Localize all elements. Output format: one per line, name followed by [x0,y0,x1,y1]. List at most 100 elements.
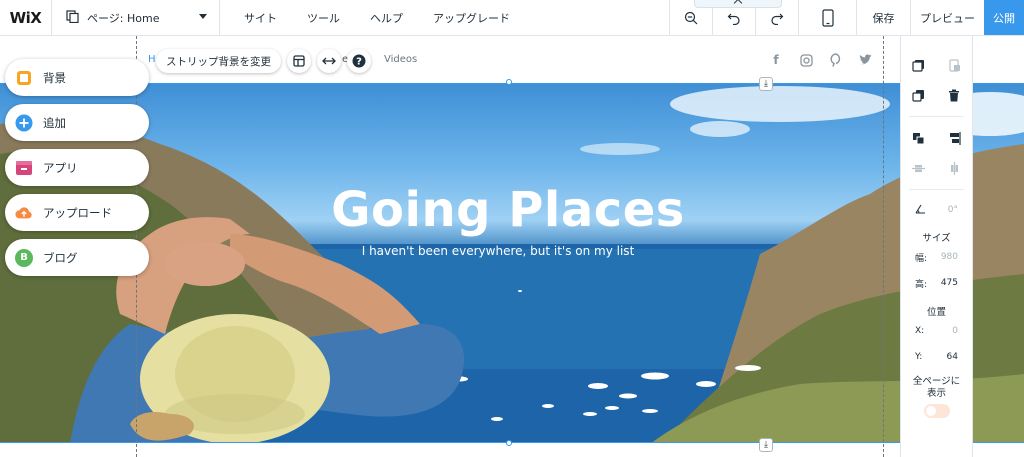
copy-design-icon[interactable] [912,58,926,72]
hero-title[interactable]: Going Places [0,182,1024,238]
inspector-row-distribute [901,153,972,183]
panel-item-add[interactable]: 追加 [5,104,149,141]
panel-item-label: 追加 [43,115,66,130]
social-bar: f [768,52,874,68]
angle-icon [915,204,926,217]
layout-button[interactable] [287,49,311,73]
facebook-icon[interactable]: f [768,52,784,68]
bring-forward-icon[interactable] [912,131,926,145]
preview-button[interactable]: プレビュー [910,0,984,35]
add-icon [15,114,33,132]
distribute-vertical-icon[interactable] [947,161,961,175]
show-on-all-pages-label: 全ページに 表示 [901,376,972,400]
right-grid-guide [883,36,884,457]
inspector-row-duplicate [901,80,972,110]
chevron-down-icon [199,14,207,19]
nav-help[interactable]: ヘルプ [370,10,403,26]
height-value: 475 [940,278,958,288]
zoom-out-icon [684,11,698,24]
x-label: X: [915,326,925,336]
panel-item-apps[interactable]: アプリ [5,149,149,186]
x-value: 0 [952,326,958,336]
inspector-divider [909,189,964,190]
show-on-all-pages-line2: 表示 [926,388,946,399]
inspector-divider [909,116,964,117]
download-icon: ⤓ [764,440,768,450]
height-label: 高: [915,279,928,290]
help-icon: ? [352,54,366,68]
panel-item-label: アップロード [43,205,112,220]
blog-icon-letter: B [20,252,28,263]
rotation-field[interactable]: 0° [901,196,972,224]
svg-text:?: ? [356,57,362,68]
width-label: 幅: [915,253,928,264]
strip-bottom-resize-handle[interactable] [506,440,512,446]
save-button[interactable]: 保存 [856,0,910,35]
mobile-view-button[interactable] [798,0,856,35]
y-value: 64 [946,352,958,362]
x-field[interactable]: X: 0 [901,318,972,344]
paste-design-icon[interactable] [947,58,961,72]
main-nav: サイト ツール ヘルプ アップグレード [220,0,782,35]
stretch-icon [322,57,336,65]
nav-upgrade[interactable]: アップグレード [433,10,510,26]
redo-icon [771,13,784,25]
inspector-row-copy [901,50,972,80]
panel-item-label: アプリ [43,160,78,175]
inspector-header [901,36,972,44]
pinterest-icon[interactable] [828,52,844,68]
instagram-icon[interactable] [798,52,814,68]
hero-subtitle-text: I haven't been everywhere, but it's on m… [361,244,635,258]
show-on-all-pages-line1: 全ページに [912,376,961,387]
pages-icon [66,9,79,26]
strip-anchor-button-top[interactable]: ⤓ [759,77,773,91]
delete-icon[interactable] [947,88,961,102]
nav-site[interactable]: サイト [244,10,277,26]
panel-item-label: ブログ [43,250,78,265]
panel-item-upload[interactable]: アップロード [5,194,149,231]
page-selector[interactable]: ページ: Home [52,0,220,35]
mobile-view-icon [821,8,834,27]
layout-icon [293,55,305,67]
position-section-label: 位置 [926,307,946,318]
app-market-icon [15,159,33,177]
duplicate-icon[interactable] [912,88,926,102]
panel-item-background[interactable]: 背景 [5,59,149,96]
nav-tools[interactable]: ツール [307,10,340,26]
upload-icon [15,204,33,222]
strip-anchor-button-bottom[interactable]: ⤓ [759,438,773,452]
panel-item-label: 背景 [43,70,66,85]
width-field[interactable]: 幅: 980 [901,244,972,270]
panel-item-blog[interactable]: B ブログ [5,239,149,276]
change-strip-background-button[interactable]: ストリップ背景を変更 [156,49,281,73]
download-icon: ⤓ [764,79,768,89]
y-label: Y: [915,352,923,362]
align-icon[interactable] [947,131,961,145]
hero-strip[interactable]: Going Places I haven't been everywhere, … [0,83,1024,443]
size-section-label: サイズ [922,233,951,244]
hero-background-image [0,86,1024,442]
page-selector-label: ページ: Home [87,11,160,25]
y-field[interactable]: Y: 64 [901,344,972,370]
wix-logo[interactable]: WiX [0,0,52,35]
strip-top-resize-handle[interactable] [506,79,512,85]
left-add-panel: 背景 追加 アプリ アップロード B ブログ [5,59,149,276]
hero-title-text: Going Places [331,182,685,238]
hero-subtitle[interactable]: I haven't been everywhere, but it's on m… [0,244,1024,258]
collapse-toolbar-tab[interactable] [694,0,782,8]
distribute-horizontal-icon[interactable] [912,161,926,175]
publish-button[interactable]: 公開 [984,0,1024,35]
twitter-icon[interactable] [858,52,874,68]
editor-stage: H e Videos f Going Places I haven't been… [0,36,1024,457]
menu-item-videos[interactable]: Videos [384,54,417,65]
blog-icon: B [15,248,33,267]
help-button[interactable]: ? [347,49,371,73]
stretch-button[interactable] [317,49,341,73]
width-value: 980 [940,252,958,262]
show-on-all-pages-toggle[interactable] [923,404,950,418]
inspector-panel: 0° サイズ 幅: 980 高: 475 位置 X: 0 Y: 64 全ページに… [900,36,973,457]
top-bar: WiX ページ: Home サイト ツール ヘルプ アップグレード 保存 プレビ… [0,0,1024,36]
height-field[interactable]: 高: 475 [901,270,972,296]
undo-icon [727,13,740,25]
inspector-row-arrange [901,123,972,153]
